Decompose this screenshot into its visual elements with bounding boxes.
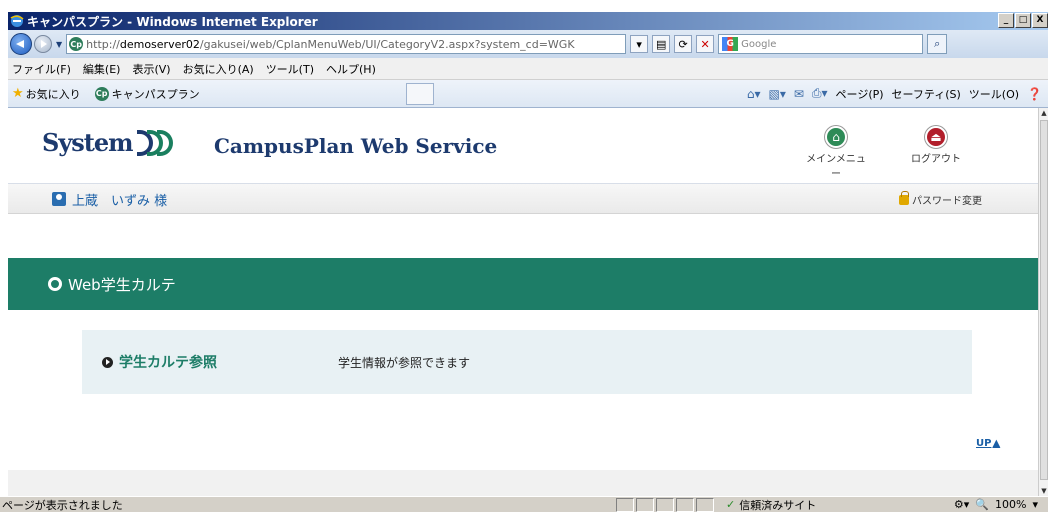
- url-prefix: http://: [86, 37, 120, 51]
- mail-icon[interactable]: ✉: [794, 87, 804, 101]
- up-link[interactable]: UP ▲: [976, 438, 1000, 449]
- history-dropdown-icon[interactable]: ▼: [56, 40, 62, 49]
- lock-icon: [899, 190, 909, 205]
- status-panes: [616, 497, 716, 512]
- status-bar: ページが表示されました ✓ 信頼済みサイト ⚙▾ 🔍 100% ▾: [0, 496, 1048, 512]
- cmd-safety[interactable]: セーフティ(S): [892, 86, 961, 102]
- menu-bar: ファイル(F) 編集(E) 表示(V) お気に入り(A) ツール(T) ヘルプ(…: [8, 58, 1048, 80]
- menu-tools[interactable]: ツール(T): [266, 61, 314, 77]
- status-pane: [656, 497, 674, 512]
- window-title: キャンパスプラン - Windows Internet Explorer: [27, 14, 318, 29]
- menu-card: 学生カルテ参照 学生情報が参照できます: [82, 330, 972, 394]
- scroll-up-icon[interactable]: ▲: [1039, 108, 1048, 118]
- logo-text: System: [42, 128, 134, 157]
- address-input[interactable]: Cp http:// demoserver02 /gakusei/web/Cpl…: [66, 34, 627, 54]
- scroll-down-icon[interactable]: ▼: [1039, 486, 1048, 496]
- search-input[interactable]: G Google: [718, 34, 924, 54]
- maximize-button[interactable]: □: [1015, 13, 1031, 28]
- tab-title: キャンパスプラン: [111, 87, 200, 101]
- main-menu-label: メインメニュー: [806, 154, 866, 180]
- site-header: System CampusPlan Web Service ⌂ メインメニュー …: [8, 108, 1038, 184]
- favorites-star-icon: ★: [12, 86, 24, 101]
- tab-favicon-icon: Cp: [94, 86, 109, 101]
- scroll-thumb[interactable]: [1040, 120, 1048, 480]
- cmd-page[interactable]: ページ(P): [836, 86, 884, 102]
- favorites-button[interactable]: お気に入り: [26, 86, 81, 102]
- back-button[interactable]: [10, 33, 32, 55]
- window-title-bar: キャンパスプラン - Windows Internet Explorer _ □…: [8, 12, 1048, 30]
- menu-view[interactable]: 表示(V): [132, 61, 170, 77]
- menu-help[interactable]: ヘルプ(H): [326, 61, 376, 77]
- close-button[interactable]: X: [1032, 13, 1048, 28]
- section-title: Web学生カルテ: [68, 275, 176, 294]
- up-arrow-icon: ▲: [992, 438, 1001, 449]
- status-pane: [676, 497, 694, 512]
- user-icon: [52, 192, 66, 206]
- logo-d-mark-icon: [136, 129, 173, 156]
- user-name: 上蔵 いずみ 様: [72, 194, 168, 209]
- menu-file[interactable]: ファイル(F): [12, 61, 71, 77]
- google-icon: G: [722, 37, 739, 51]
- section-ring-icon: [48, 277, 62, 291]
- home-icon[interactable]: ⌂▾: [747, 87, 761, 101]
- logout-label: ログアウト: [911, 154, 961, 165]
- page-content: System CampusPlan Web Service ⌂ メインメニュー …: [8, 108, 1038, 496]
- main-menu-button[interactable]: ⌂ メインメニュー: [806, 126, 866, 180]
- address-toolbar: ▼ Cp http:// demoserver02 /gakusei/web/C…: [8, 30, 1048, 58]
- search-icon[interactable]: ⌕: [927, 34, 948, 54]
- help-icon[interactable]: ❓: [1027, 87, 1042, 101]
- favorites-bar: ★ お気に入り Cp キャンパスプラン ⌂▾ ▧▾ ✉ ⎙▾ ページ(P) セー…: [8, 80, 1048, 108]
- user-bar: 上蔵 いずみ 様 パスワード変更: [8, 184, 1038, 214]
- service-title: CampusPlan Web Service: [214, 134, 498, 158]
- vertical-scrollbar[interactable]: ▲ ▼: [1038, 108, 1048, 496]
- status-text: ページが表示されました: [2, 498, 123, 512]
- search-placeholder: Google: [741, 38, 777, 50]
- minimize-button[interactable]: _: [998, 13, 1014, 28]
- password-change-label: パスワード変更: [912, 196, 982, 207]
- logout-icon: ⏏: [925, 126, 947, 148]
- zoom-level: 100%: [995, 498, 1027, 511]
- section-header: Web学生カルテ: [8, 258, 1038, 310]
- protected-mode-icon[interactable]: ⚙▾: [954, 498, 969, 511]
- stop-icon[interactable]: ✕: [696, 35, 715, 53]
- compatibility-view-icon[interactable]: ▤: [652, 35, 671, 53]
- up-label: UP: [976, 438, 992, 449]
- security-zone[interactable]: ✓ 信頼済みサイト: [726, 497, 896, 512]
- ie-logo-icon: [10, 15, 24, 27]
- zoom-dropdown-icon[interactable]: ▾: [1032, 498, 1038, 511]
- cmd-tools[interactable]: ツール(O): [969, 86, 1019, 102]
- trusted-check-icon: ✓: [726, 498, 736, 511]
- command-bar: ⌂▾ ▧▾ ✉ ⎙▾ ページ(P) セーフティ(S) ツール(O) ❓: [747, 86, 1042, 102]
- page-footer: [8, 470, 1038, 496]
- tab-campusplan[interactable]: Cp キャンパスプラン: [94, 83, 200, 105]
- print-icon[interactable]: ⎙▾: [812, 86, 828, 101]
- refresh-icon[interactable]: ⟳: [674, 35, 693, 53]
- status-pane: [696, 497, 714, 512]
- zone-label: 信頼済みサイト: [739, 498, 817, 512]
- logout-button[interactable]: ⏏ ログアウト: [906, 126, 966, 165]
- site-favicon-icon: Cp: [69, 37, 84, 51]
- window-controls: _ □ X: [998, 13, 1048, 28]
- student-record-link[interactable]: 学生カルテ参照: [119, 352, 217, 372]
- arrow-bullet-icon: [102, 356, 113, 368]
- url-path: /gakusei/web/CplanMenuWeb/UI/CategoryV2.…: [199, 37, 575, 51]
- status-pane: [636, 497, 654, 512]
- feeds-icon[interactable]: ▧▾: [768, 87, 785, 101]
- forward-button[interactable]: [34, 35, 52, 53]
- url-host: demoserver02: [119, 37, 200, 51]
- menu-favorites[interactable]: お気に入り(A): [183, 61, 254, 77]
- password-change-link[interactable]: パスワード変更: [899, 190, 982, 207]
- status-pane: [616, 497, 634, 512]
- address-dropdown-icon[interactable]: ▾: [630, 35, 649, 53]
- zoom-icon: 🔍: [975, 498, 990, 511]
- system-d-logo: System: [42, 128, 173, 157]
- main-menu-icon: ⌂: [825, 126, 847, 148]
- browser-window: { "window": { "title": "キャンパスプラン - Windo…: [0, 0, 1048, 512]
- zoom-control[interactable]: ⚙▾ 🔍 100% ▾: [954, 498, 1038, 511]
- new-tab-button[interactable]: [405, 82, 434, 105]
- card-description: 学生情報が参照できます: [338, 355, 471, 370]
- menu-edit[interactable]: 編集(E): [83, 61, 121, 77]
